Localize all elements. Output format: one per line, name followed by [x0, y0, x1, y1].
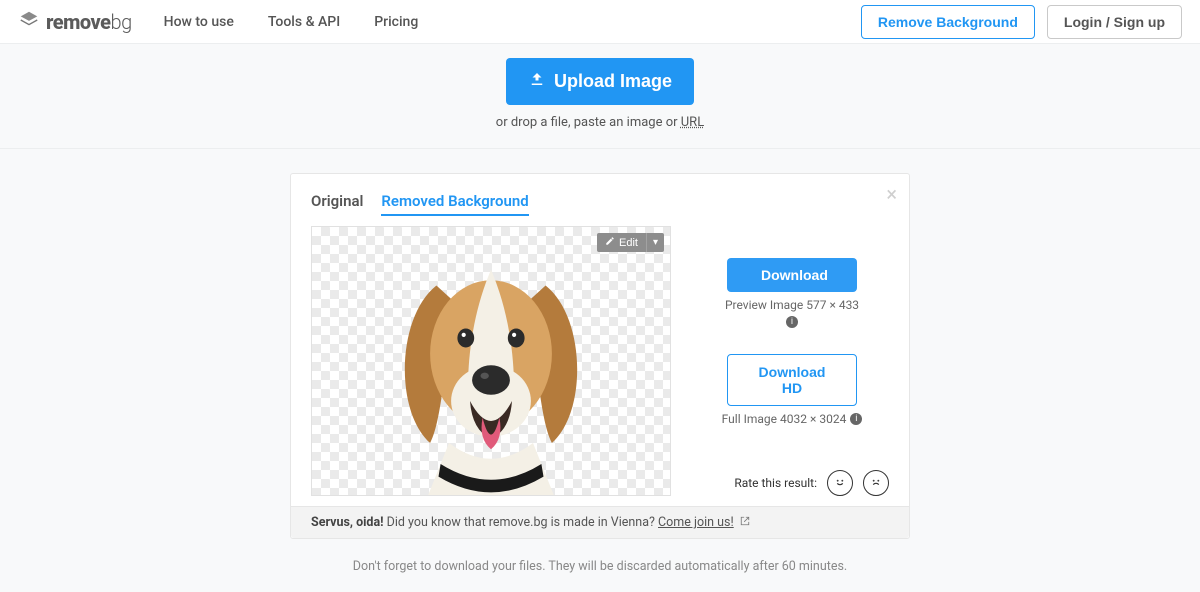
download-hd-button[interactable]: Download HD: [727, 354, 857, 406]
remove-background-button[interactable]: Remove Background: [861, 5, 1035, 39]
header-actions: Remove Background Login / Sign up: [861, 5, 1182, 39]
upload-section: Upload Image or drop a file, paste an im…: [0, 44, 1200, 149]
tab-original[interactable]: Original: [311, 192, 363, 216]
upload-hint: or drop a file, paste an image or URL: [0, 115, 1200, 130]
nav-tools-api[interactable]: Tools & API: [268, 14, 340, 30]
info-icon[interactable]: i: [786, 316, 798, 328]
logo-icon: [18, 9, 40, 35]
result-preview: Edit ▾: [311, 226, 671, 496]
result-image: [386, 233, 596, 496]
edit-button-group: Edit ▾: [597, 233, 664, 252]
result-card: × Original Removed Background Edit ▾: [290, 173, 910, 539]
edit-button[interactable]: Edit: [597, 233, 646, 252]
site-header: removebg How to use Tools & API Pricing …: [0, 0, 1200, 44]
discard-note: Don't forget to download your files. The…: [0, 559, 1200, 574]
edit-dropdown-button[interactable]: ▾: [646, 233, 664, 252]
close-icon[interactable]: ×: [886, 182, 897, 206]
upload-image-button[interactable]: Upload Image: [506, 58, 694, 105]
download-button[interactable]: Download: [727, 258, 857, 292]
promo-banner: Servus, oida! Did you know that remove.b…: [291, 506, 909, 538]
paste-url-link[interactable]: URL: [681, 115, 704, 130]
tab-removed-background[interactable]: Removed Background: [381, 192, 528, 216]
upload-icon: [528, 70, 546, 93]
rate-happy-button[interactable]: [827, 470, 853, 496]
rating-row: Rate this result:: [734, 436, 889, 496]
upload-button-label: Upload Image: [554, 71, 672, 92]
pencil-icon: [605, 236, 615, 249]
logo[interactable]: removebg: [18, 9, 132, 35]
banner-greeting: Servus, oida!: [311, 515, 384, 530]
smile-icon: [832, 474, 848, 493]
full-dimensions: Full Image 4032 × 3024 i: [722, 412, 863, 426]
result-tabs: Original Removed Background: [311, 192, 889, 216]
preview-dimensions: Preview Image 577 × 433: [725, 298, 859, 312]
logo-text: removebg: [46, 10, 132, 34]
download-panel: Download Preview Image 577 × 433 i Downl…: [695, 226, 889, 496]
come-join-us-link[interactable]: Come join us!: [658, 515, 734, 530]
main-nav: How to use Tools & API Pricing: [164, 14, 419, 30]
nav-how-to-use[interactable]: How to use: [164, 14, 234, 30]
info-icon[interactable]: i: [850, 413, 862, 425]
nav-pricing[interactable]: Pricing: [374, 14, 418, 30]
frown-icon: [868, 474, 884, 493]
rating-label: Rate this result:: [734, 476, 817, 490]
rate-sad-button[interactable]: [863, 470, 889, 496]
login-signup-button[interactable]: Login / Sign up: [1047, 5, 1182, 39]
external-link-icon: [740, 515, 750, 530]
chevron-down-icon: ▾: [653, 237, 658, 248]
